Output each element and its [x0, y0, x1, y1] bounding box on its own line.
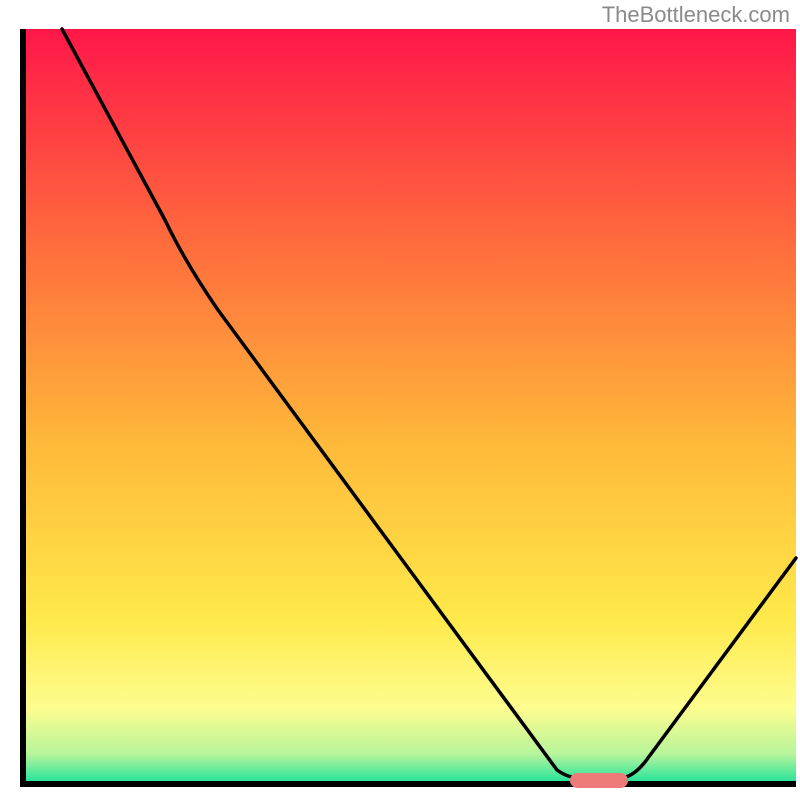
bottleneck-chart	[0, 0, 800, 800]
plot-background	[23, 29, 796, 784]
watermark-text: TheBottleneck.com	[602, 2, 790, 28]
optimal-zone-marker	[570, 773, 628, 788]
chart-container: TheBottleneck.com	[0, 0, 800, 800]
